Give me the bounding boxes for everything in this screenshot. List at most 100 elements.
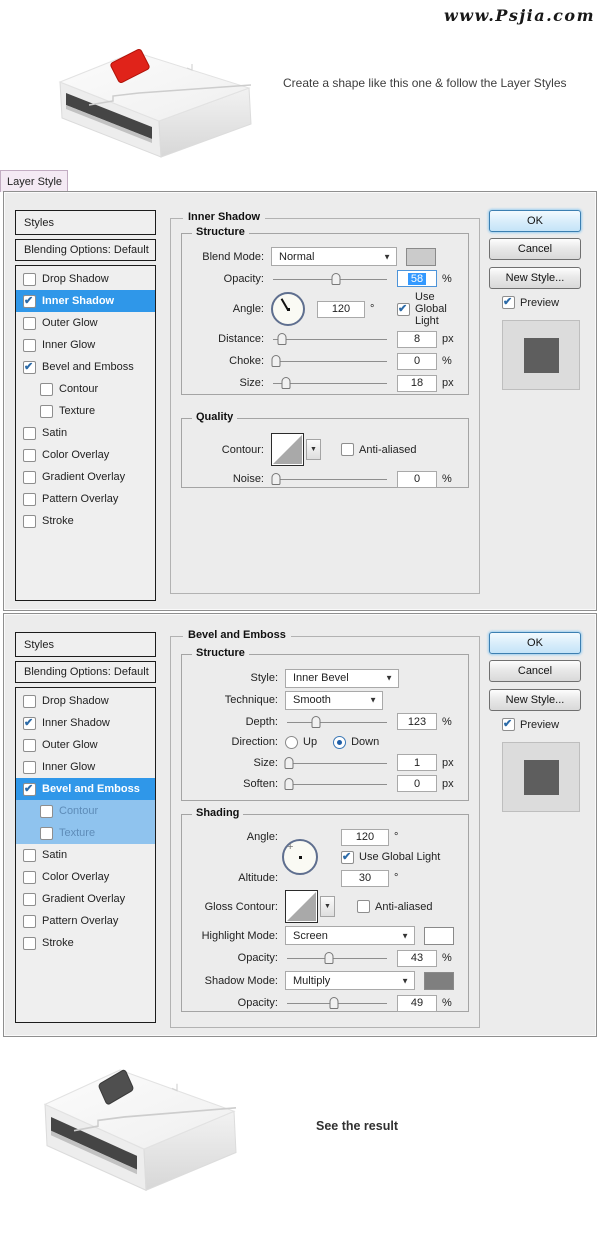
highlight-opacity-slider[interactable] xyxy=(285,951,389,965)
direction-up-radio[interactable] xyxy=(285,736,298,749)
bevel-and-emboss-checkbox[interactable] xyxy=(23,783,36,796)
cancel-button[interactable]: Cancel xyxy=(489,660,581,682)
sidebar-item-inner-glow[interactable]: Inner Glow xyxy=(16,334,155,356)
blending-options-item[interactable]: Blending Options: Default xyxy=(15,661,156,683)
bevel-and-emboss-checkbox[interactable] xyxy=(23,361,36,374)
sidebar-item-outer-glow[interactable]: Outer Glow xyxy=(16,312,155,334)
cancel-button[interactable]: Cancel xyxy=(489,238,581,260)
gloss-contour-picker[interactable] xyxy=(285,890,318,923)
sidebar-item-outer-glow[interactable]: Outer Glow xyxy=(16,734,155,756)
depth-slider[interactable] xyxy=(285,715,389,729)
inner-glow-checkbox[interactable] xyxy=(23,761,36,774)
direction-down-radio[interactable] xyxy=(333,736,346,749)
sidebar-item-stroke[interactable]: Stroke xyxy=(16,932,155,954)
drop-shadow-checkbox[interactable] xyxy=(23,695,36,708)
angle-altitude-dial[interactable]: + xyxy=(282,839,318,875)
ok-button[interactable]: OK xyxy=(489,210,581,232)
use-global-light-checkbox[interactable] xyxy=(397,303,410,316)
bevel-style-dropdown[interactable]: Inner Bevel ▼ xyxy=(285,669,399,688)
blending-options-item[interactable]: Blending Options: Default xyxy=(15,239,156,261)
sidebar-item-bevel-and-emboss[interactable]: Bevel and Emboss xyxy=(16,778,155,800)
texture-checkbox[interactable] xyxy=(40,405,53,418)
shadow-opacity-input[interactable]: 49 xyxy=(397,995,437,1012)
gradient-overlay-checkbox[interactable] xyxy=(23,893,36,906)
drop-shadow-checkbox[interactable] xyxy=(23,273,36,286)
sidebar-item-contour[interactable]: Contour xyxy=(16,378,155,400)
gradient-overlay-checkbox[interactable] xyxy=(23,471,36,484)
contour-checkbox[interactable] xyxy=(40,383,53,396)
distance-input[interactable]: 8 xyxy=(397,331,437,348)
sidebar-item-inner-glow[interactable]: Inner Glow xyxy=(16,756,155,778)
sidebar-item-contour[interactable]: Contour xyxy=(16,800,155,822)
size-slider[interactable] xyxy=(271,376,389,390)
sidebar-item-satin[interactable]: Satin xyxy=(16,844,155,866)
anti-aliased-checkbox[interactable] xyxy=(357,900,370,913)
angle-input[interactable]: 120 xyxy=(317,301,365,318)
preview-checkbox[interactable] xyxy=(502,296,515,309)
distance-slider[interactable] xyxy=(271,332,389,346)
choke-input[interactable]: 0 xyxy=(397,353,437,370)
size-input[interactable]: 1 xyxy=(397,754,437,771)
highlight-opacity-input[interactable]: 43 xyxy=(397,950,437,967)
altitude-input[interactable]: 30 xyxy=(341,870,389,887)
new-style-button[interactable]: New Style... xyxy=(489,689,581,711)
new-style-button[interactable]: New Style... xyxy=(489,267,581,289)
noise-slider[interactable] xyxy=(271,472,389,486)
sidebar-item-inner-shadow[interactable]: Inner Shadow xyxy=(16,712,155,734)
inner-glow-checkbox[interactable] xyxy=(23,339,36,352)
color-overlay-checkbox[interactable] xyxy=(23,449,36,462)
outer-glow-checkbox[interactable] xyxy=(23,739,36,752)
outer-glow-checkbox[interactable] xyxy=(23,317,36,330)
sidebar-item-gradient-overlay[interactable]: Gradient Overlay xyxy=(16,888,155,910)
angle-input[interactable]: 120 xyxy=(341,829,389,846)
inner-shadow-checkbox[interactable] xyxy=(23,717,36,730)
sidebar-item-pattern-overlay[interactable]: Pattern Overlay xyxy=(16,488,155,510)
preview-checkbox[interactable] xyxy=(502,718,515,731)
sidebar-item-bevel-and-emboss[interactable]: Bevel and Emboss xyxy=(16,356,155,378)
angle-dial[interactable] xyxy=(271,292,305,326)
slider-thumb[interactable] xyxy=(331,273,340,285)
texture-checkbox[interactable] xyxy=(40,827,53,840)
gloss-contour-dropdown-button[interactable]: ▼ xyxy=(320,896,335,917)
sidebar-item-texture[interactable]: Texture xyxy=(16,822,155,844)
satin-checkbox[interactable] xyxy=(23,849,36,862)
sidebar-item-pattern-overlay[interactable]: Pattern Overlay xyxy=(16,910,155,932)
anti-aliased-checkbox[interactable] xyxy=(341,443,354,456)
pattern-overlay-checkbox[interactable] xyxy=(23,493,36,506)
shadow-opacity-slider[interactable] xyxy=(285,996,389,1010)
opacity-input[interactable]: 58 xyxy=(397,270,437,287)
stroke-checkbox[interactable] xyxy=(23,515,36,528)
use-global-light-checkbox[interactable] xyxy=(341,851,354,864)
sidebar-item-texture[interactable]: Texture xyxy=(16,400,155,422)
contour-dropdown-button[interactable]: ▼ xyxy=(306,439,321,460)
sidebar-item-drop-shadow[interactable]: Drop Shadow xyxy=(16,690,155,712)
sidebar-item-satin[interactable]: Satin xyxy=(16,422,155,444)
inner-shadow-checkbox[interactable] xyxy=(23,295,36,308)
highlight-mode-dropdown[interactable]: Screen ▼ xyxy=(285,926,415,945)
shadow-mode-dropdown[interactable]: Multiply ▼ xyxy=(285,971,415,990)
depth-input[interactable]: 123 xyxy=(397,713,437,730)
soften-slider[interactable] xyxy=(285,777,389,791)
blend-mode-dropdown[interactable]: Normal ▼ xyxy=(271,247,397,266)
pattern-overlay-checkbox[interactable] xyxy=(23,915,36,928)
choke-slider[interactable] xyxy=(271,354,389,368)
sidebar-item-stroke[interactable]: Stroke xyxy=(16,510,155,532)
sidebar-item-gradient-overlay[interactable]: Gradient Overlay xyxy=(16,466,155,488)
contour-picker[interactable] xyxy=(271,433,304,466)
ok-button[interactable]: OK xyxy=(489,632,581,654)
color-overlay-checkbox[interactable] xyxy=(23,871,36,884)
shadow-color-swatch[interactable] xyxy=(424,972,454,990)
sidebar-item-color-overlay[interactable]: Color Overlay xyxy=(16,866,155,888)
sidebar-item-inner-shadow[interactable]: Inner Shadow xyxy=(16,290,155,312)
contour-checkbox[interactable] xyxy=(40,805,53,818)
stroke-checkbox[interactable] xyxy=(23,937,36,950)
highlight-color-swatch[interactable] xyxy=(424,927,454,945)
soften-input[interactable]: 0 xyxy=(397,775,437,792)
sidebar-item-color-overlay[interactable]: Color Overlay xyxy=(16,444,155,466)
opacity-slider[interactable] xyxy=(271,272,389,286)
satin-checkbox[interactable] xyxy=(23,427,36,440)
noise-input[interactable]: 0 xyxy=(397,471,437,488)
size-slider[interactable] xyxy=(285,756,389,770)
sidebar-item-drop-shadow[interactable]: Drop Shadow xyxy=(16,268,155,290)
technique-dropdown[interactable]: Smooth ▼ xyxy=(285,691,383,710)
